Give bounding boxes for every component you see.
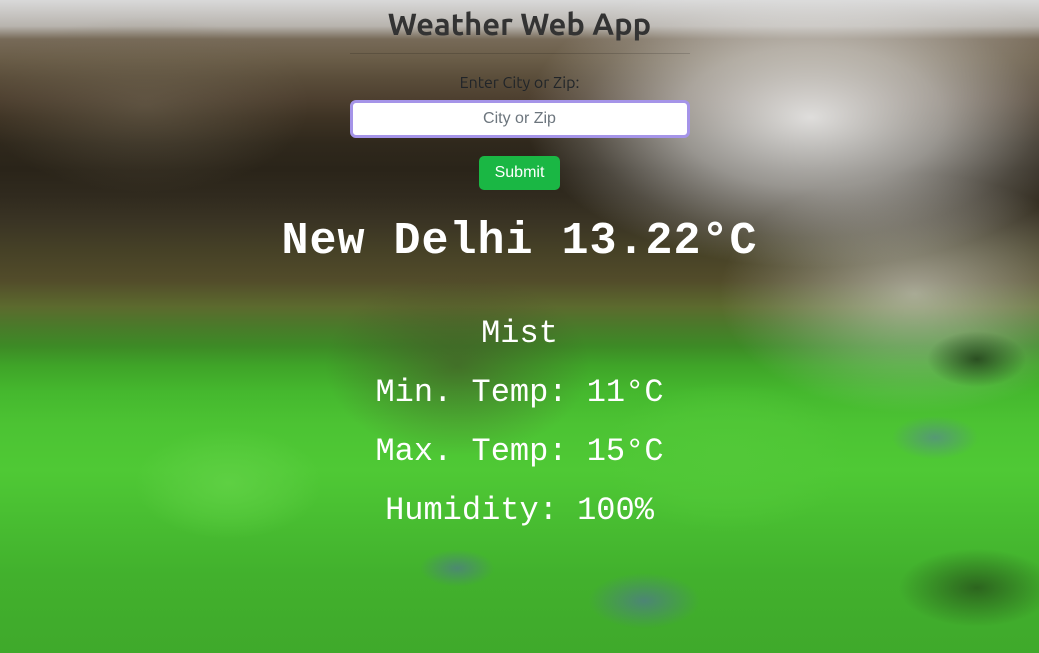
- title-divider: [350, 53, 690, 54]
- max-temperature: Max. Temp: 15°C: [281, 433, 757, 470]
- min-temperature: Min. Temp: 11°C: [281, 374, 757, 411]
- page-title: Weather Web App: [388, 6, 651, 41]
- weather-condition: Mist: [281, 315, 757, 352]
- city-input[interactable]: [350, 100, 690, 138]
- humidity: Humidity: 100%: [281, 492, 757, 529]
- city-input-label: Enter City or Zip:: [460, 74, 580, 92]
- search-form: Enter City or Zip: Submit: [350, 74, 690, 190]
- location-temperature-headline: New Delhi 13.22°C: [281, 216, 757, 267]
- submit-button[interactable]: Submit: [479, 156, 561, 190]
- weather-results: New Delhi 13.22°C Mist Min. Temp: 11°C M…: [281, 216, 757, 551]
- main-container: Weather Web App Enter City or Zip: Submi…: [0, 0, 1039, 551]
